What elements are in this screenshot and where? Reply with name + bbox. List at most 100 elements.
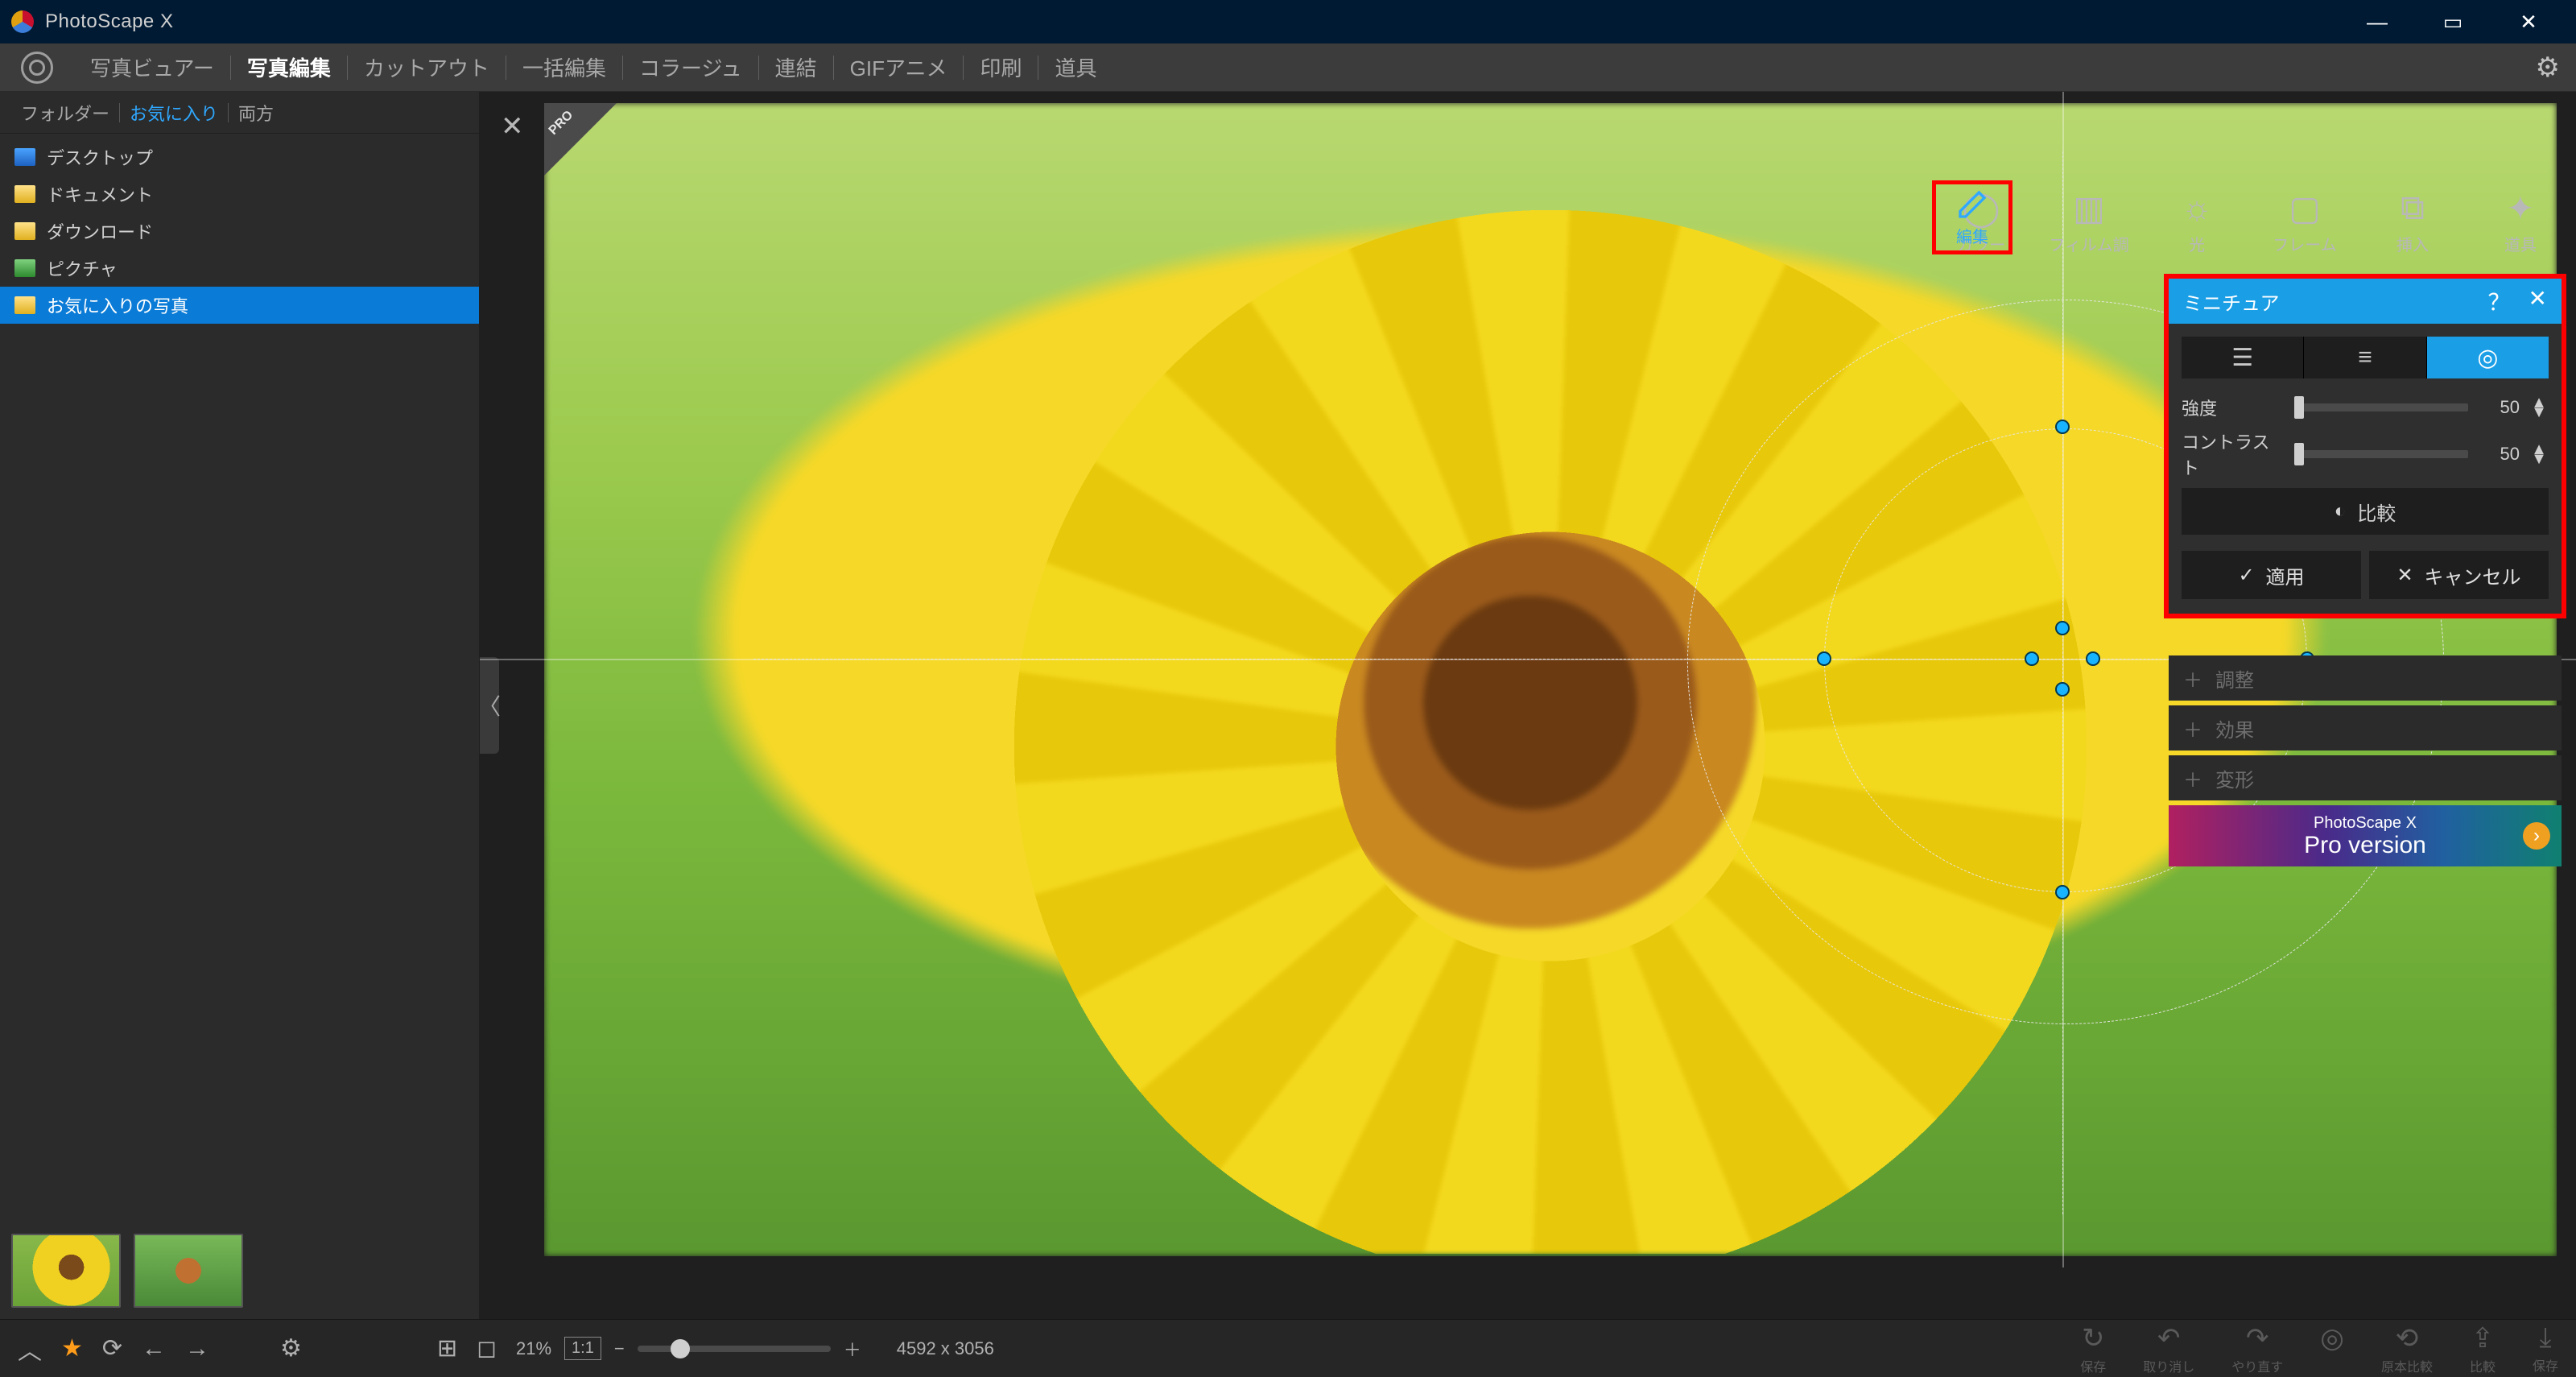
help-icon[interactable]: ？ [2488,285,2511,317]
contrast-stepper[interactable]: ▲▼ [2529,445,2549,464]
strength-value: 50 [2478,397,2520,418]
contrast-slider[interactable] [2296,450,2468,458]
zoom-percent: 21% [516,1338,551,1359]
compare-button[interactable]: ◐ 比較 [2182,488,2549,535]
rt-insert[interactable]: ⧉挿入 [2370,188,2455,255]
tree-label: ドキュメント [47,181,153,207]
tree-node-selected[interactable]: お気に入りの写真 [0,287,479,324]
contrast-value: 50 [2478,444,2520,465]
title-bar: PhotoScape X — ▭ ✕ [0,0,2576,43]
tab-gif[interactable]: GIFアニメ [834,52,964,82]
accordion-adjust[interactable]: ＋調整 [2169,655,2562,701]
fr-compare-original[interactable]: ⟲原本比較 [2381,1322,2433,1375]
panel-header: ミニチュア ？ ✕ [2169,279,2562,324]
plus-icon: ＋ [2183,764,2202,792]
rt-film[interactable]: ▥フィルム調 [2046,188,2132,255]
accordion-transform[interactable]: ＋変形 [2169,755,2562,800]
refresh-icon[interactable]: ⟳ [102,1334,122,1363]
back-icon[interactable]: ← [142,1335,166,1363]
tree-label: ピクチャ [47,255,118,281]
seg-radial[interactable]: ◎ [2427,337,2549,378]
tree-node[interactable]: ダウンロード [0,213,479,250]
seg-strip[interactable]: ≡ [2304,337,2426,378]
undo-history-icon: ↻ [2082,1322,2105,1354]
close-icon: ✕ [2396,564,2413,587]
square-icon[interactable]: ◻ [477,1334,497,1363]
film-icon: ▥ [2073,188,2105,227]
main-menu: 写真ビュアー 写真編集 カットアウト 一括編集 コラージュ 連結 GIFアニメ … [0,43,2576,92]
settings-icon[interactable]: ⚙ [280,1334,302,1363]
accordion-effect[interactable]: ＋効果 [2169,705,2562,751]
tab-cutout[interactable]: カットアウト [348,52,506,82]
tools-icon: ✦ [2506,188,2534,227]
frame-icon: ▢ [2289,188,2321,227]
close-image-icon[interactable]: ✕ [501,110,524,143]
tab-editor[interactable]: 写真編集 [231,52,347,82]
zoom-in-icon[interactable]: ＋ [844,1336,861,1362]
fr-export[interactable]: ⤓保存 [2533,1322,2558,1375]
tree-node[interactable]: ピクチャ [0,250,479,287]
tab-batch[interactable]: 一括編集 [506,52,622,82]
rt-light[interactable]: ☼光 [2154,188,2240,255]
panel-collapse-handle[interactable]: 〈 [480,657,499,754]
app-title: PhotoScape X [45,10,173,33]
tab-collage[interactable]: コラージュ [623,52,758,82]
settings-gear-icon[interactable]: ⚙ [2536,52,2560,84]
forward-icon[interactable]: → [185,1335,209,1363]
left-tab-both[interactable]: 両方 [229,100,283,126]
cancel-button[interactable]: ✕キャンセル [2369,551,2549,599]
compare-icon: ◐ [2334,500,2347,523]
tab-viewer[interactable]: 写真ビュアー [74,52,230,82]
fr-save[interactable]: ↻保存 [2080,1322,2106,1375]
compare-original-icon: ⟲ [2396,1322,2419,1354]
tab-combine[interactable]: 連結 [759,52,833,82]
window-minimize-button[interactable]: — [2363,10,2391,35]
undo-icon: ↶ [2157,1322,2181,1354]
rt-frame[interactable]: ▢フレーム [2262,188,2347,255]
close-panel-icon[interactable]: ✕ [2529,285,2547,317]
canvas-area: ✕ 〈 〉 ⓘ 2011.8.15-1 107.JPG 〈 PRO [480,92,2576,1319]
chevron-up-icon[interactable]: ︿ [18,1331,42,1367]
folder-icon [14,259,35,277]
left-tab-favorites[interactable]: お気に入り [120,100,228,126]
zoom-out-icon[interactable]: − [614,1338,625,1359]
folder-icon [14,222,35,240]
star-icon[interactable]: ★ [61,1334,83,1363]
tab-print[interactable]: 印刷 [964,52,1038,82]
edit-icon[interactable] [1956,188,1988,221]
tree-node[interactable]: デスクトップ [0,139,479,176]
one-to-one-button[interactable]: 1:1 [564,1337,601,1360]
thumbnail-strip [0,1222,479,1319]
home-icon[interactable] [21,52,53,84]
pro-banner[interactable]: PhotoScape X Pro version › [2169,805,2562,866]
fr-undo[interactable]: ↶取り消し [2143,1322,2194,1375]
strength-stepper[interactable]: ▲▼ [2529,398,2549,417]
window-close-button[interactable]: ✕ [2515,10,2542,35]
zoom-controls: 21% 1:1 − ＋ [516,1336,861,1362]
tree-node[interactable]: ドキュメント [0,176,479,213]
rt-tools[interactable]: ✦道具 [2478,188,2563,255]
body-area: フォルダー お気に入り 両方 デスクトップ ドキュメント ダウンロード ピクチャ… [0,92,2576,1319]
miniature-panel: ミニチュア ？ ✕ ☰ ≡ ◎ 強度 50 ▲▼ [2164,274,2566,618]
fr-record[interactable]: ◎ [2320,1322,2344,1356]
left-tab-folder[interactable]: フォルダー [11,100,119,126]
redo-icon: ↷ [2246,1322,2269,1354]
strength-row: 強度 50 ▲▼ [2182,390,2549,425]
window-maximize-button[interactable]: ▭ [2439,10,2467,35]
thumbnail[interactable] [134,1234,243,1308]
strength-slider[interactable] [2296,403,2468,411]
fr-redo[interactable]: ↷やり直す [2231,1322,2283,1375]
fr-compare[interactable]: ⇪比較 [2470,1322,2496,1375]
tab-tools[interactable]: 道具 [1038,52,1113,82]
plus-icon: ＋ [2183,714,2202,742]
strength-label: 強度 [2182,395,2286,420]
folder-tree: デスクトップ ドキュメント ダウンロード ピクチャ お気に入りの写真 [0,134,479,329]
pro-badge: PRO [544,103,617,176]
seg-linear[interactable]: ☰ [2182,337,2304,378]
thumbnail[interactable] [11,1234,121,1308]
apply-button[interactable]: ✓適用 [2182,551,2361,599]
grid-icon[interactable]: ⊞ [437,1334,457,1363]
folder-icon [14,185,35,203]
desktop-icon [14,148,35,166]
zoom-slider[interactable] [638,1346,831,1352]
